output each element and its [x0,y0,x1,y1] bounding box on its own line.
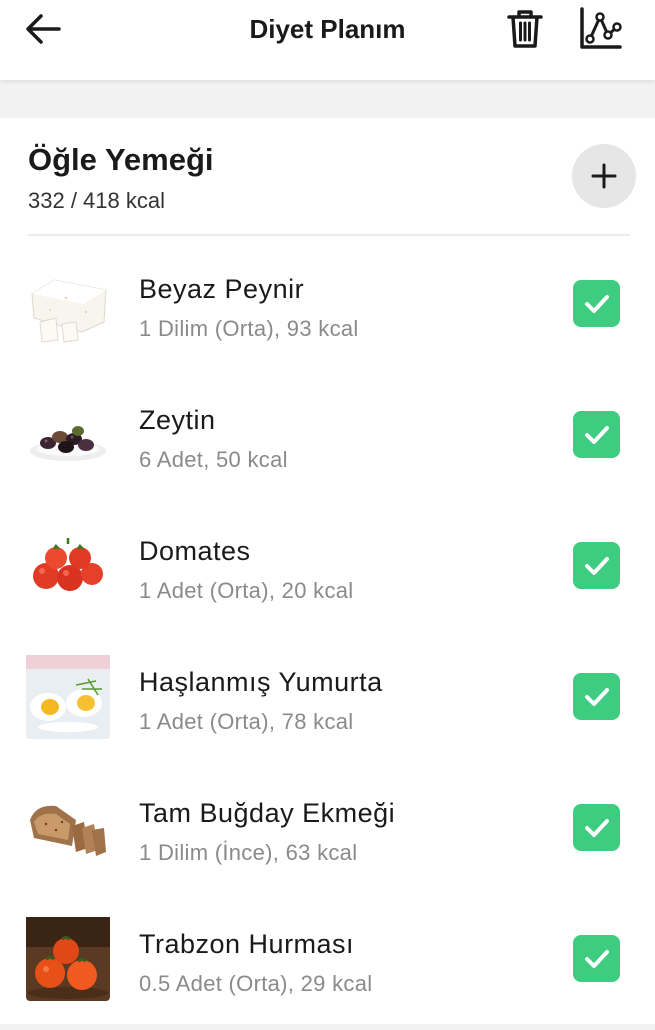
check-icon [584,294,609,313]
food-name: Haşlanmış Yumurta [139,667,383,697]
check-icon [584,818,609,837]
food-name: Tam Buğday Ekmeği [139,798,396,828]
food-detail: 6 Adet, 50 kcal [139,447,288,472]
app-header: Diyet Planım [0,0,655,80]
statistics-button[interactable] [574,4,626,54]
food-name: Zeytin [139,405,216,435]
back-button[interactable] [20,6,66,52]
food-detail: 1 Adet (Orta), 20 kcal [139,578,354,603]
eaten-checkbox[interactable] [573,280,620,327]
eaten-checkbox[interactable] [573,542,620,589]
check-icon [584,949,609,968]
meal-card: Öğle Yemeği 332 / 418 kcal Beyaz Peynir … [0,118,655,1024]
check-icon [584,425,609,444]
food-item[interactable]: Trabzon Hurması 0.5 Adet (Orta), 29 kcal [0,899,655,1030]
section-divider [28,234,630,236]
whole-wheat-bread-image [26,786,110,870]
meal-kcal-summary: 332 / 418 kcal [28,188,165,213]
trash-icon [507,10,543,48]
eaten-checkbox[interactable] [573,673,620,720]
check-icon [584,687,609,706]
eaten-checkbox[interactable] [573,935,620,982]
food-item[interactable]: Domates 1 Adet (Orta), 20 kcal [0,506,655,637]
food-detail: 0.5 Adet (Orta), 29 kcal [139,971,373,996]
line-chart-icon [580,7,622,49]
tomatoes-image [26,524,110,608]
eaten-checkbox[interactable] [573,804,620,851]
olives-image [26,393,110,477]
food-detail: 1 Dilim (İnce), 63 kcal [139,840,358,865]
food-detail: 1 Adet (Orta), 78 kcal [139,709,354,734]
food-item[interactable]: Tam Buğday Ekmeği 1 Dilim (İnce), 63 kca… [0,768,655,899]
boiled-egg-image [26,655,110,739]
food-name: Domates [139,536,251,566]
delete-button[interactable] [500,4,550,54]
add-food-button[interactable] [572,144,636,208]
food-detail: 1 Dilim (Orta), 93 kcal [139,316,359,341]
white-cheese-image [26,262,110,346]
eaten-checkbox[interactable] [573,411,620,458]
food-name: Trabzon Hurması [139,929,355,959]
page-title: Diyet Planım [249,14,406,44]
arrow-left-icon [26,14,61,44]
meal-title: Öğle Yemeği [28,142,214,177]
food-item[interactable]: Zeytin 6 Adet, 50 kcal [0,375,655,506]
food-item[interactable]: Haşlanmış Yumurta 1 Adet (Orta), 78 kcal [0,637,655,768]
plus-icon [591,163,617,189]
check-icon [584,556,609,575]
food-item[interactable]: Beyaz Peynir 1 Dilim (Orta), 93 kcal [0,244,655,375]
food-name: Beyaz Peynir [139,274,305,304]
persimmon-image [26,917,110,1001]
